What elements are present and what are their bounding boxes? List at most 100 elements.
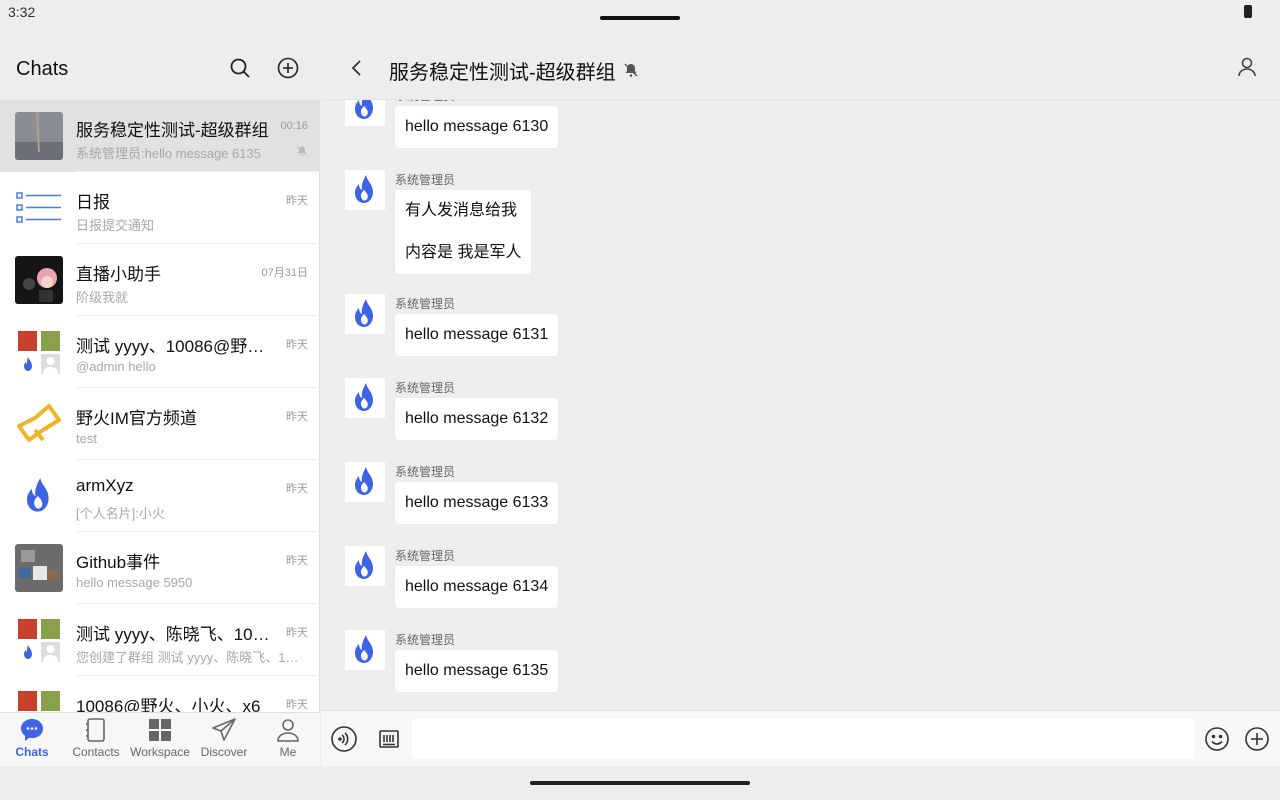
message-bubble[interactable]: hello message 6135 bbox=[395, 650, 559, 692]
chat-name: 直播小助手 bbox=[76, 265, 161, 284]
group-grid-avatar bbox=[15, 616, 63, 664]
message-bubble[interactable]: hello message 6131 bbox=[395, 314, 559, 356]
chat-preview: 阶级我就 bbox=[76, 290, 129, 305]
tab-me[interactable]: Me bbox=[256, 717, 320, 765]
tab-label: Me bbox=[279, 745, 297, 759]
camera-notch bbox=[600, 16, 680, 20]
tab-chats[interactable]: Chats bbox=[0, 717, 64, 765]
chat-bubble-icon bbox=[0, 717, 64, 743]
tab-contacts[interactable]: Contacts bbox=[64, 717, 128, 765]
message-text: hello message 6131 bbox=[405, 326, 549, 343]
keyboard-icon[interactable] bbox=[375, 725, 403, 753]
message-text: hello message 6132 bbox=[405, 410, 549, 427]
sender-avatar-flame[interactable] bbox=[345, 170, 385, 210]
chat-name: armXyz bbox=[76, 476, 134, 495]
sender-avatar-flame[interactable] bbox=[345, 378, 385, 418]
chat-name: 10086@野火、小火、x6 bbox=[76, 697, 261, 712]
back-chevron-icon[interactable] bbox=[347, 58, 367, 78]
sender-name: 系统管理员 bbox=[395, 297, 456, 311]
message-bubble[interactable]: 有人发消息给我 内容是 我是军人 bbox=[395, 190, 532, 274]
paper-plane-icon bbox=[192, 717, 256, 743]
person-icon[interactable] bbox=[1236, 56, 1258, 78]
message-list[interactable]: 系统管理员hello message 6130系统管理员有人发消息给我内容是 我… bbox=[321, 100, 1280, 710]
conversation-header: 服务稳定性测试-超级群组 bbox=[321, 36, 1280, 100]
tab-discover[interactable]: Discover bbox=[192, 717, 256, 765]
chat-list-item[interactable]: 日报 昨天日报提交通知 bbox=[0, 172, 320, 244]
message-text: 内容是 我是军人 bbox=[405, 244, 522, 261]
message-bubble[interactable]: hello message 6133 bbox=[395, 482, 559, 524]
message-text: 有人发消息给我 bbox=[405, 202, 518, 219]
chat-preview: hello message 5950 bbox=[76, 575, 193, 590]
home-indicator[interactable] bbox=[530, 781, 750, 785]
sender-avatar-flame[interactable] bbox=[345, 462, 385, 502]
chat-preview: 日报提交通知 bbox=[76, 218, 155, 233]
message-bubble[interactable]: hello message 6130 bbox=[395, 106, 559, 148]
chat-list-item[interactable]: 测试 yyyy、10086@野火、... 昨天 @admin hello bbox=[0, 316, 320, 388]
chat-list-item[interactable]: 野火IM官方频道 昨天 test bbox=[0, 388, 320, 460]
chat-time: 昨天 bbox=[286, 411, 308, 423]
chat-time: 昨天 bbox=[286, 699, 308, 711]
chat-time: 昨天 bbox=[286, 483, 308, 495]
chat-time: 昨天 bbox=[286, 195, 308, 207]
battery-icon bbox=[1244, 5, 1252, 18]
tab-label: Contacts bbox=[72, 745, 120, 759]
mute-bell-icon bbox=[296, 144, 308, 162]
chat-preview: [个人名片]:小火 bbox=[76, 506, 165, 521]
voice-icon[interactable] bbox=[330, 725, 358, 753]
chat-preview: 系统管理员:hello message 6135 bbox=[76, 146, 261, 161]
sender-name: 系统管理员 bbox=[395, 633, 456, 647]
chat-name: 测试 yyyy、陈晓飞、100... bbox=[76, 625, 274, 644]
sender-avatar-flame[interactable] bbox=[345, 630, 385, 670]
chat-list-panel: Chats 服务稳定性测试-超级群组 00:16 系统管理员:hello messa… bbox=[0, 36, 320, 766]
grid-icon bbox=[128, 717, 192, 743]
add-circle-icon[interactable] bbox=[276, 56, 300, 80]
chat-time: 昨天 bbox=[286, 339, 308, 351]
chat-name: 野火IM官方频道 bbox=[76, 409, 197, 428]
input-bar bbox=[321, 710, 1280, 766]
megaphone-avatar bbox=[15, 400, 63, 448]
message-bubble[interactable]: hello message 6134 bbox=[395, 566, 559, 608]
anime-avatar bbox=[15, 256, 63, 304]
chat-list-item[interactable]: 10086@野火、小火、x6 昨天 bbox=[0, 676, 320, 712]
sender-name: 系统管理员 bbox=[395, 100, 455, 104]
chat-list-header: Chats bbox=[0, 36, 320, 100]
chat-time: 昨天 bbox=[286, 555, 308, 567]
message-text: hello message 6134 bbox=[405, 578, 549, 595]
chat-list-item[interactable]: 直播小助手 07月31日 阶级我就 bbox=[0, 244, 320, 316]
chat-list-item[interactable]: Github事件 昨天 hello message 5950 bbox=[0, 532, 320, 604]
chat-preview: @admin hello bbox=[76, 359, 156, 374]
message-text: hello message 6130 bbox=[405, 118, 549, 135]
message-input[interactable] bbox=[412, 719, 1194, 759]
bottom-tab-bar: Chats Contacts Workspace Discover Me bbox=[0, 712, 320, 766]
mute-bell-icon bbox=[624, 63, 638, 77]
tab-label: Discover bbox=[200, 745, 248, 759]
sender-avatar-flame[interactable] bbox=[345, 294, 385, 334]
tab-workspace[interactable]: Workspace bbox=[128, 717, 192, 765]
chat-list-item[interactable]: armXyz 昨天 [个人名片]:小火 bbox=[0, 460, 320, 532]
message-bubble[interactable]: hello message 6132 bbox=[395, 398, 559, 440]
person-icon bbox=[256, 717, 320, 743]
sender-name: 系统管理员 bbox=[395, 173, 456, 187]
status-time: 3:32 bbox=[8, 4, 36, 20]
conversation-panel: 服务稳定性测试-超级群组 系统管理员 hello message 6130 系统管理… bbox=[321, 36, 1280, 766]
group-grid-avatar bbox=[15, 328, 63, 376]
flame-avatar bbox=[15, 472, 63, 520]
tab-label: Chats bbox=[15, 745, 49, 759]
sender-avatar-flame[interactable] bbox=[345, 100, 385, 126]
sender-name: 系统管理员 bbox=[395, 381, 456, 395]
chat-list-item[interactable]: 测试 yyyy、陈晓飞、100... 昨天您创建了群组 测试 yyyy、陈晓飞、1… bbox=[0, 604, 320, 676]
chat-preview: 您创建了群组 测试 yyyy、陈晓飞、10... bbox=[76, 650, 301, 665]
sender-avatar-flame[interactable] bbox=[345, 546, 385, 586]
group-grid-avatar bbox=[15, 688, 63, 712]
chat-name: 服务稳定性测试-超级群组 bbox=[76, 121, 269, 140]
message-text: hello message 6133 bbox=[405, 494, 549, 511]
emoji-icon[interactable] bbox=[1203, 725, 1231, 753]
chat-name: Github事件 bbox=[76, 553, 161, 572]
chat-time: 昨天 bbox=[286, 627, 308, 639]
list-avatar bbox=[15, 184, 63, 232]
chat-list-item[interactable]: 服务稳定性测试-超级群组 00:16 系统管理员:hello message 613… bbox=[0, 100, 320, 172]
add-attachment-icon[interactable] bbox=[1243, 725, 1271, 753]
github-avatar bbox=[15, 544, 63, 592]
chat-name: 日报 bbox=[76, 193, 110, 212]
search-icon[interactable] bbox=[228, 56, 252, 80]
